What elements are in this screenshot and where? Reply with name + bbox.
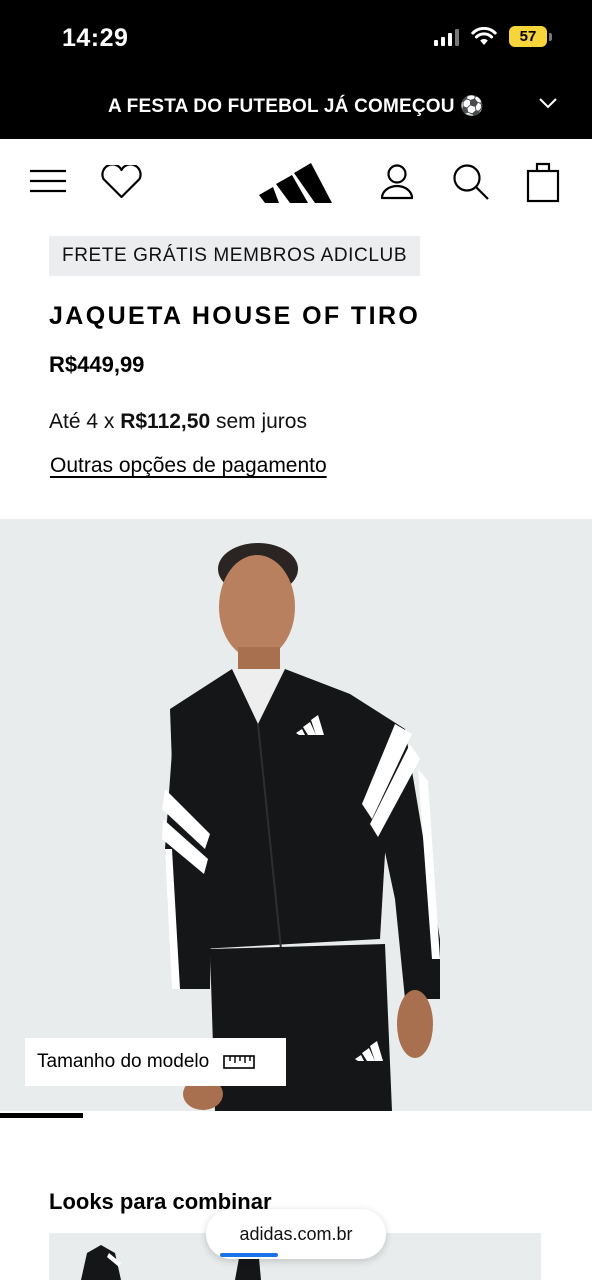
heart-icon[interactable] (100, 165, 143, 199)
promo-banner[interactable]: A FESTA DO FUTEBOL JÁ COMEÇOU ⚽ (0, 72, 592, 139)
url-bar[interactable]: adidas.com.br (206, 1209, 386, 1259)
promo-text: A FESTA DO FUTEBOL JÁ COMEÇOU ⚽ (107, 96, 485, 117)
ruler-icon (223, 1055, 255, 1069)
gallery-progress (0, 1111, 592, 1119)
free-shipping-badge: FRETE GRÁTIS MEMBROS ADICLUB (49, 236, 421, 276)
model-photo (162, 543, 440, 1111)
battery-icon: 57 (509, 26, 552, 47)
installments-info: Até 4 x R$112,50 sem juros (49, 410, 307, 434)
product-price: R$449,99 (49, 352, 145, 377)
account-icon[interactable] (380, 163, 414, 201)
model-size-button[interactable]: Tamanho do modelo (25, 1038, 286, 1086)
site-header (0, 139, 592, 227)
bag-icon[interactable] (526, 161, 560, 203)
installments-prefix: Até 4 x (49, 410, 121, 433)
menu-icon[interactable] (29, 169, 67, 193)
installments-suffix: sem juros (210, 410, 307, 433)
battery-level: 57 (509, 26, 547, 47)
search-icon[interactable] (452, 163, 490, 201)
status-time: 14:29 (62, 24, 129, 52)
chevron-down-icon[interactable] (538, 96, 558, 110)
product-title: JAQUETA HOUSE OF TIRO (49, 302, 421, 330)
adidas-logo[interactable] (259, 157, 332, 205)
wifi-icon (471, 27, 497, 45)
status-bar: 14:29 57 (0, 0, 592, 72)
installments-value: R$112,50 (120, 410, 211, 433)
payment-options-link[interactable]: Outras opções de pagamento (50, 454, 327, 478)
signal-icon (434, 28, 459, 46)
product-image[interactable] (0, 519, 592, 1111)
gallery-progress-fill (0, 1113, 83, 1118)
page-load-indicator (220, 1253, 278, 1257)
model-size-label: Tamanho do modelo (37, 1051, 210, 1072)
status-icons: 57 (434, 26, 552, 47)
